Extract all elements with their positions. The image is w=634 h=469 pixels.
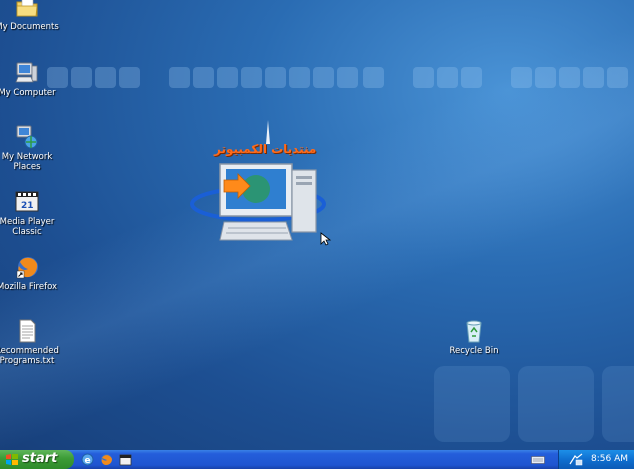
desktop-icon-label: My Computer <box>0 88 56 98</box>
svg-text:21: 21 <box>21 201 34 211</box>
mouse-cursor-icon <box>320 232 332 246</box>
system-tray: 8:56 AM <box>558 450 634 469</box>
keyboard-icon[interactable] <box>531 456 545 464</box>
ie-quicklaunch-icon[interactable]: e <box>81 453 94 466</box>
desktop-icon-my-network-places[interactable]: My Network Places <box>0 124 59 172</box>
recycle-bin-icon <box>461 318 487 344</box>
wallpaper-tile <box>602 366 634 442</box>
desktop-icon-mozilla-firefox[interactable]: Mozilla Firefox <box>0 254 59 292</box>
start-button[interactable]: start <box>0 450 74 469</box>
desktop-icon-my-computer[interactable]: My Computer <box>0 60 59 98</box>
desktop-icon-label: My Network Places <box>1 152 53 172</box>
clock[interactable]: 8:56 AM <box>591 454 628 464</box>
desktop-icon-recycle-bin[interactable]: Recycle Bin <box>442 318 506 356</box>
media-player-quicklaunch-icon[interactable] <box>119 453 132 466</box>
center-logo: منتديات الكمبيوتر <box>190 118 330 246</box>
desktop-icon-label: My Documents <box>0 22 59 32</box>
network-tray-icon[interactable] <box>569 453 583 466</box>
folder-icon <box>14 0 40 20</box>
desktop-icon-my-documents[interactable]: My Documents <box>0 0 59 32</box>
text-file-icon <box>14 318 40 344</box>
firefox-quicklaunch-icon[interactable] <box>100 453 113 466</box>
desktop-icon-recommended-programs[interactable]: Recommended Programs.txt <box>0 318 59 366</box>
desktop-icon-label: Recommended Programs.txt <box>0 346 59 366</box>
taskbar: start e 8:56 AM <box>0 450 634 469</box>
computer-icon <box>14 60 40 86</box>
svg-text:e: e <box>85 456 91 466</box>
windows-logo-icon <box>6 454 18 465</box>
wallpaper-tile <box>434 366 510 442</box>
desktop: My Documents My Computer My Network Plac… <box>0 0 634 450</box>
desktop-icon-label: Recycle Bin <box>449 346 499 356</box>
start-label: start <box>22 451 58 466</box>
desktop-icon-label: Mozilla Firefox <box>0 282 58 292</box>
logo-text: منتديات الكمبيوتر <box>214 142 317 156</box>
desktop-icon-label: Media Player Classic <box>0 217 55 237</box>
computer-logo-graphic <box>190 120 326 241</box>
desktop-icon-media-player-classic[interactable]: 21 Media Player Classic <box>0 189 59 237</box>
firefox-icon <box>14 254 40 280</box>
media-player-icon: 21 <box>14 189 40 215</box>
network-icon <box>14 124 40 150</box>
wallpaper-tile <box>518 366 594 442</box>
